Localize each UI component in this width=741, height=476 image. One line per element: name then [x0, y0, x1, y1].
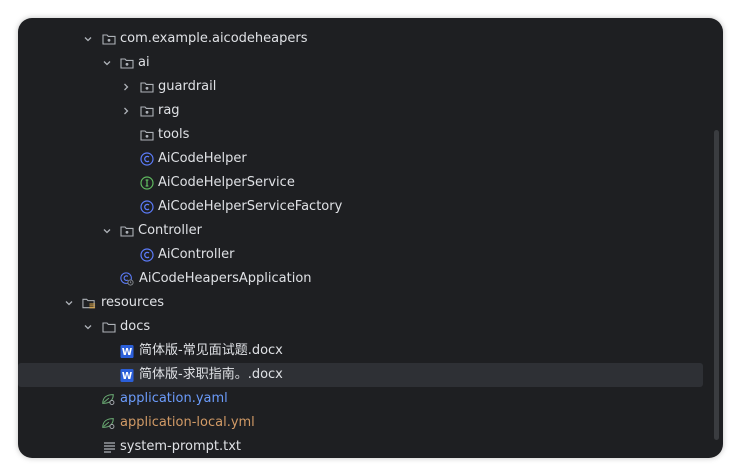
tree-label: AiCodeHelperService	[158, 175, 295, 190]
java-class-icon	[140, 248, 154, 262]
tree-row-aicontroller[interactable]: AiController	[18, 243, 703, 267]
tree-row-docs[interactable]: docs	[18, 315, 703, 339]
tree-row-system-prompt[interactable]: system-prompt.txt	[18, 435, 703, 458]
tree-label: AiController	[158, 247, 235, 262]
tree-row-package-root[interactable]: com.example.aicodeheapers	[18, 27, 703, 51]
package-folder-icon	[120, 224, 134, 238]
tree-label: system-prompt.txt	[120, 439, 241, 454]
tree-label: AiCodeHeapersApplication	[139, 271, 312, 286]
tree-label: application.yaml	[120, 391, 228, 406]
tree-row-tools[interactable]: tools	[18, 123, 703, 147]
project-tree: com.example.aicodeheapers ai guardrail r…	[18, 18, 723, 458]
tree-label: 简体版-求职指南。.docx	[139, 367, 283, 382]
tree-row-application-class[interactable]: AiCodeHeapersApplication	[18, 267, 703, 291]
spring-boot-class-icon	[120, 272, 134, 286]
tree-row-doc-file-1[interactable]: W 简体版-常见面试题.docx	[18, 339, 703, 363]
chevron-down-icon[interactable]	[101, 57, 113, 69]
package-folder-icon	[140, 128, 154, 142]
tree-label: guardrail	[158, 79, 217, 94]
tree-row-doc-file-2[interactable]: W 简体版-求职指南。.docx	[18, 363, 703, 387]
tree-row-application-local-yml[interactable]: application-local.yml	[18, 411, 703, 435]
chevron-down-icon[interactable]	[63, 297, 75, 309]
project-tree-panel: com.example.aicodeheapers ai guardrail r…	[18, 18, 723, 458]
package-folder-icon	[120, 56, 134, 70]
chevron-right-icon[interactable]	[120, 105, 132, 117]
text-file-icon	[102, 440, 116, 454]
word-document-icon: W	[120, 368, 134, 382]
tree-label: tools	[158, 127, 190, 142]
chevron-down-icon[interactable]	[101, 225, 113, 237]
package-folder-icon	[140, 104, 154, 118]
chevron-right-icon[interactable]	[120, 81, 132, 93]
tree-label: rag	[158, 103, 180, 118]
tree-label: application-local.yml	[120, 415, 255, 430]
tree-label: AiCodeHelper	[158, 151, 247, 166]
word-document-icon: W	[120, 344, 134, 358]
tree-label: ai	[138, 55, 150, 70]
chevron-down-icon[interactable]	[82, 321, 94, 333]
resources-folder-icon	[82, 296, 96, 310]
tree-label: com.example.aicodeheapers	[120, 31, 308, 46]
spring-config-icon	[101, 392, 115, 406]
tree-label: AiCodeHelperServiceFactory	[158, 199, 343, 214]
package-folder-icon	[102, 32, 116, 46]
tree-row-aicodehelperservice[interactable]: AiCodeHelperService	[18, 171, 703, 195]
folder-icon	[102, 320, 116, 334]
tree-row-rag[interactable]: rag	[18, 99, 703, 123]
svg-text:W: W	[122, 371, 132, 382]
svg-text:W: W	[122, 347, 132, 358]
java-class-icon	[140, 152, 154, 166]
tree-label: docs	[120, 319, 151, 334]
java-class-icon	[140, 200, 154, 214]
tree-row-aicodehelperservicefactory[interactable]: AiCodeHelperServiceFactory	[18, 195, 703, 219]
tree-row-controller[interactable]: Controller	[18, 219, 703, 243]
tree-row-guardrail[interactable]: guardrail	[18, 75, 703, 99]
tree-row-ai[interactable]: ai	[18, 51, 703, 75]
package-folder-icon	[140, 80, 154, 94]
java-interface-icon	[140, 176, 154, 190]
tree-label: Controller	[138, 223, 202, 238]
tree-row-application-yaml[interactable]: application.yaml	[18, 387, 703, 411]
vertical-scrollbar[interactable]	[714, 130, 719, 440]
tree-label: resources	[101, 295, 165, 310]
tree-row-resources[interactable]: resources	[18, 291, 703, 315]
tree-label: 简体版-常见面试题.docx	[139, 343, 283, 358]
spring-config-icon	[101, 416, 115, 430]
tree-row-aicodehelper[interactable]: AiCodeHelper	[18, 147, 703, 171]
chevron-down-icon[interactable]	[82, 33, 94, 45]
